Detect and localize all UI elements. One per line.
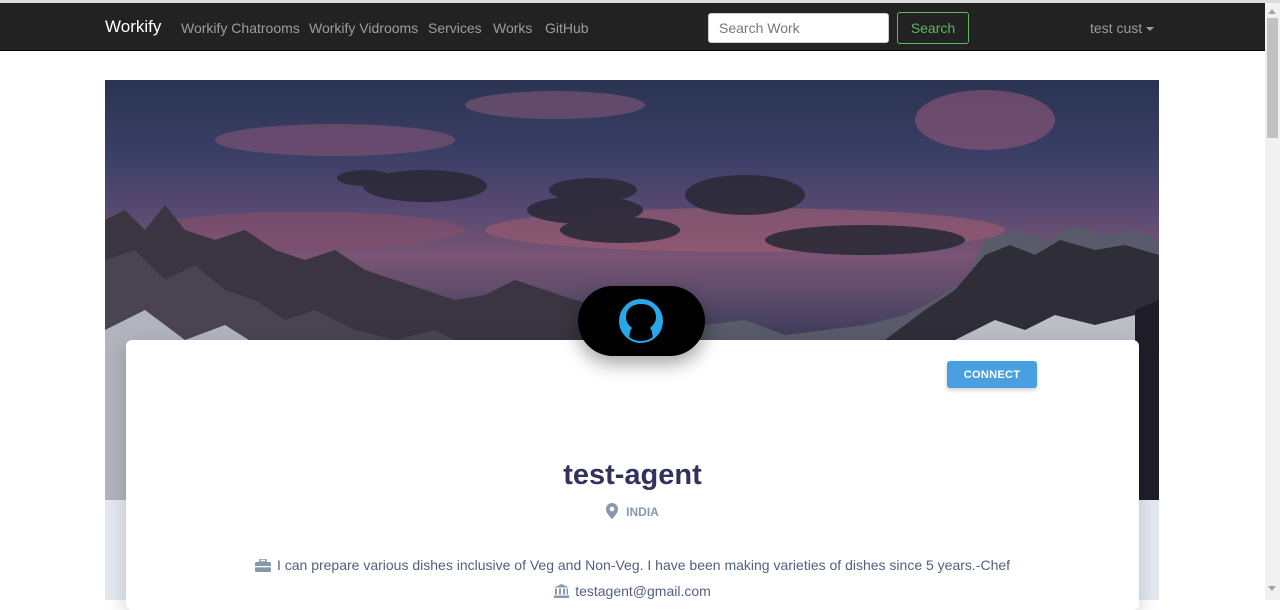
map-pin-icon — [606, 503, 619, 519]
brand-logo[interactable]: Workify — [105, 17, 161, 37]
page-scrollbar[interactable] — [1265, 3, 1280, 600]
briefcase-icon — [254, 558, 271, 572]
email-text: testagent@gmail.com — [575, 583, 711, 599]
location-text: INDIA — [626, 505, 659, 519]
user-menu-label: test cust — [1090, 20, 1143, 36]
nav-link-chatrooms[interactable]: Workify Chatrooms — [181, 19, 300, 37]
profile-location: INDIA — [126, 503, 1139, 521]
scrollbar-thumb[interactable] — [1267, 18, 1278, 138]
scroll-down-arrow-icon[interactable] — [1268, 586, 1276, 591]
bio-text: I can prepare various dishes inclusive o… — [276, 557, 1011, 573]
caret-down-icon — [1146, 27, 1155, 32]
top-navbar: Workify Workify Chatrooms Workify Vidroo… — [0, 3, 1265, 51]
search-button[interactable]: Search — [897, 12, 969, 44]
user-menu-dropdown[interactable]: test cust — [1090, 19, 1155, 37]
nav-link-vidrooms[interactable]: Workify Vidrooms — [309, 19, 418, 37]
user-silhouette-icon — [619, 299, 663, 343]
profile-avatar[interactable] — [578, 286, 705, 356]
scroll-up-arrow-icon[interactable] — [1268, 9, 1276, 14]
bank-icon — [554, 584, 570, 598]
profile-email: testagent@gmail.com — [126, 582, 1139, 600]
nav-link-services[interactable]: Services — [428, 19, 482, 37]
nav-link-works[interactable]: Works — [493, 19, 532, 37]
nav-link-github[interactable]: GitHub — [545, 19, 589, 37]
search-input[interactable] — [708, 13, 889, 43]
connect-button[interactable]: CONNECT — [947, 361, 1037, 388]
profile-name: test-agent — [563, 459, 702, 491]
profile-bio: I can prepare various dishes inclusive o… — [126, 556, 1139, 574]
